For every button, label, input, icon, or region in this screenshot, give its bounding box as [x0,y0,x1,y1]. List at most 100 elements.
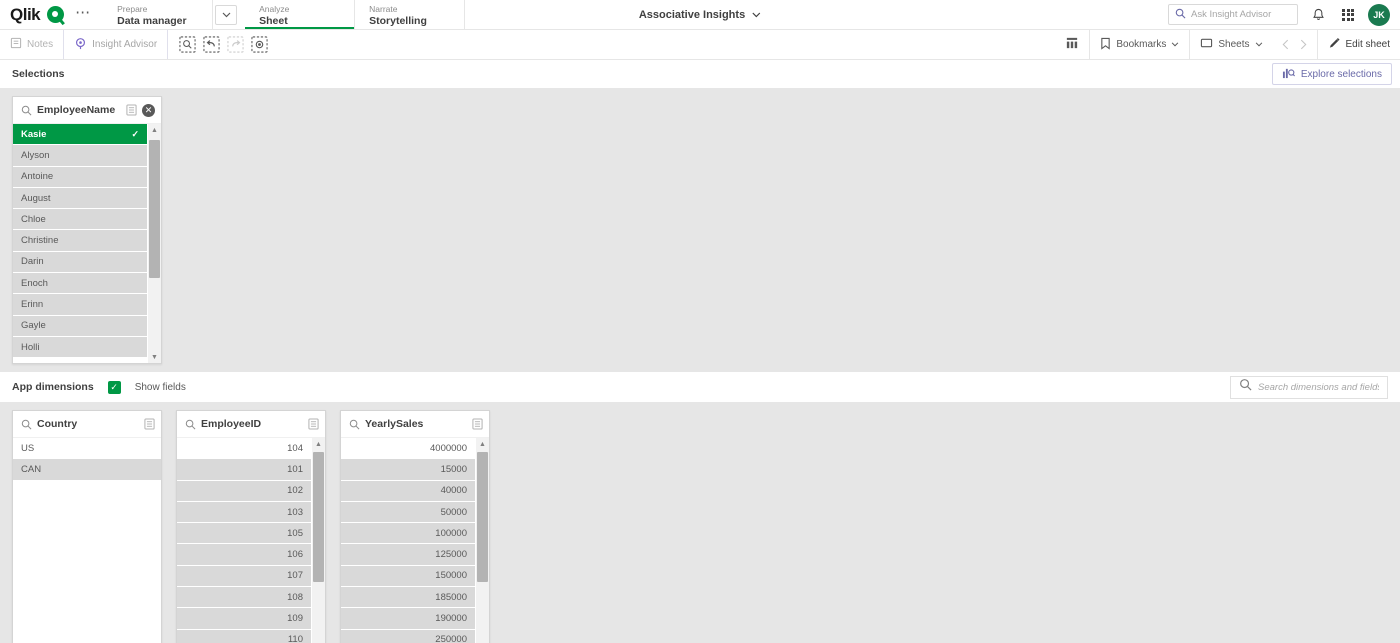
scroll-up-icon[interactable]: ▲ [315,438,322,450]
listbox-row[interactable]: Erinn [13,294,147,316]
insight-advisor-button[interactable]: Insight Advisor [63,30,169,59]
scroll-thumb[interactable] [313,451,324,582]
scroll-track[interactable] [148,136,161,351]
dimension-value-rows: 4000000 15000 40000 50000 100000 125000 150000… [341,438,475,643]
listbox-row[interactable]: 4000000 [341,438,475,460]
search-input[interactable] [1191,9,1291,20]
scroll-thumb[interactable] [477,451,488,582]
listbox-row-label: 102 [287,485,303,497]
chevron-left-icon[interactable] [1277,34,1295,56]
listbox-row[interactable]: 106 [177,544,311,566]
app-title[interactable]: Associative Insights [639,0,761,30]
clear-selection-icon[interactable]: ✕ [142,103,155,117]
chevron-right-icon[interactable] [1295,34,1313,56]
listbox-row-label: 150000 [435,570,467,582]
search-icon[interactable] [21,419,32,430]
listbox-row[interactable]: Antoine [13,166,147,188]
nav-item-narrate[interactable]: Narrate Storytelling [355,0,466,29]
listbox-menu-icon[interactable] [472,418,483,430]
listbox-row[interactable]: 104 [177,438,311,460]
scroll-down-icon[interactable]: ▼ [151,351,158,363]
nav-item-prepare[interactable]: Prepare Data manager [103,0,214,29]
qlik-logo-icon[interactable] [47,6,65,23]
listbox-row[interactable]: 250000 [341,629,475,643]
listbox-menu-icon[interactable] [126,104,137,116]
listbox-row[interactable]: 185000 [341,587,475,609]
explore-selections-button[interactable]: Explore selections [1271,63,1392,85]
listbox-row[interactable]: Alyson [13,145,147,167]
listbox-row[interactable]: Holli [13,336,147,359]
selection-card-employeename: EmployeeName ✕ Kasie ✓ Alyson Antoine August… [12,96,162,364]
listbox-row[interactable]: 190000 [341,608,475,630]
selection-scrollbar[interactable]: ▲ ▼ [147,124,161,363]
scroll-track[interactable] [476,450,489,641]
sheets-button[interactable]: Sheets [1189,30,1272,59]
sub-toolbar: Notes Insight Advisor Bookmarks Sheets E… [0,30,1400,60]
dimension-listbox: 4000000 15000 40000 50000 100000 125000 150000… [341,438,489,643]
search-icon[interactable] [349,419,360,430]
bookmarks-chevron-down-icon[interactable] [1171,39,1179,50]
listbox-row[interactable]: US [13,438,161,460]
notes-button[interactable]: Notes [0,30,63,59]
search-icon[interactable] [21,105,32,116]
dimension-scrollbar[interactable]: ▲▼ [475,438,489,643]
listbox-row-label: 103 [287,506,303,518]
listbox-row[interactable]: 105 [177,523,311,545]
listbox-row[interactable]: Christine [13,230,147,252]
listbox-menu-icon[interactable] [144,418,155,430]
nav-narrate-sub: Narrate [369,4,398,14]
show-fields-checkbox[interactable]: ✓ [107,380,121,394]
bookmarks-button[interactable]: Bookmarks [1089,30,1189,59]
listbox-row-label: Chloe [21,213,46,225]
grid-apps-icon[interactable] [1338,5,1358,25]
nav-item-analyze[interactable]: Analyze Sheet [245,0,356,29]
dimension-scrollbar[interactable]: ▲▼ [311,438,325,643]
listbox-row[interactable]: 100000 [341,523,475,545]
nav-dropdown-chevron-down-icon[interactable] [215,4,238,25]
listbox-row[interactable]: 125000 [341,544,475,566]
app-title-chevron-down-icon[interactable] [752,9,761,21]
listbox-menu-icon[interactable] [308,418,319,430]
qlik-wordmark[interactable]: Qlik [10,6,41,23]
sheet-overview-button[interactable] [1055,30,1089,59]
overflow-menu-button[interactable]: ⋯ [71,5,95,20]
listbox-row[interactable]: 110 [177,629,311,643]
scroll-up-icon[interactable]: ▲ [151,124,158,136]
listbox-row[interactable]: 108 [177,587,311,609]
scroll-track[interactable] [312,450,325,641]
dimensions-search-input[interactable] [1258,381,1379,393]
scroll-up-icon[interactable]: ▲ [479,438,486,450]
clear-all-selections-icon[interactable] [248,34,270,56]
listbox-row[interactable]: CAN [13,459,161,481]
listbox-row[interactable]: 102 [177,480,311,502]
sheets-chevron-down-icon[interactable] [1255,39,1263,50]
listbox-row[interactable]: 103 [177,501,311,524]
listbox-row[interactable]: Chloe [13,209,147,231]
avatar[interactable]: JK [1368,3,1390,26]
listbox-row[interactable]: 15000 [341,459,475,481]
insight-advisor-search[interactable] [1168,4,1298,25]
listbox-row[interactable]: 50000 [341,501,475,524]
listbox-row[interactable]: 101 [177,459,311,481]
dimensions-search[interactable] [1230,375,1388,399]
search-icon[interactable] [185,419,196,430]
edit-sheet-button[interactable]: Edit sheet [1316,30,1400,59]
listbox-row[interactable]: Gayle [13,315,147,337]
listbox-row[interactable]: Darin [13,251,147,274]
listbox-row[interactable]: 107 [177,565,311,588]
listbox-row-label: Darin [21,256,44,268]
listbox-row-label: 4000000 [430,442,467,454]
bell-icon[interactable] [1308,5,1328,25]
selection-value-rows: Kasie ✓ Alyson Antoine August Chloe Christine D… [13,124,147,363]
selection-search-icon[interactable] [176,34,198,56]
search-icon [1239,378,1252,396]
listbox-row[interactable]: Enoch [13,273,147,295]
listbox-row[interactable]: Kasie ✓ [13,124,147,146]
listbox-row[interactable]: August [13,187,147,210]
step-back-icon[interactable] [200,34,222,56]
dimension-value-rows: 104 101 102 103 105 106 107 108 109 110 [177,438,311,643]
listbox-row[interactable]: 40000 [341,480,475,502]
scroll-thumb[interactable] [149,140,160,278]
listbox-row[interactable]: 109 [177,608,311,630]
listbox-row[interactable]: 150000 [341,565,475,588]
